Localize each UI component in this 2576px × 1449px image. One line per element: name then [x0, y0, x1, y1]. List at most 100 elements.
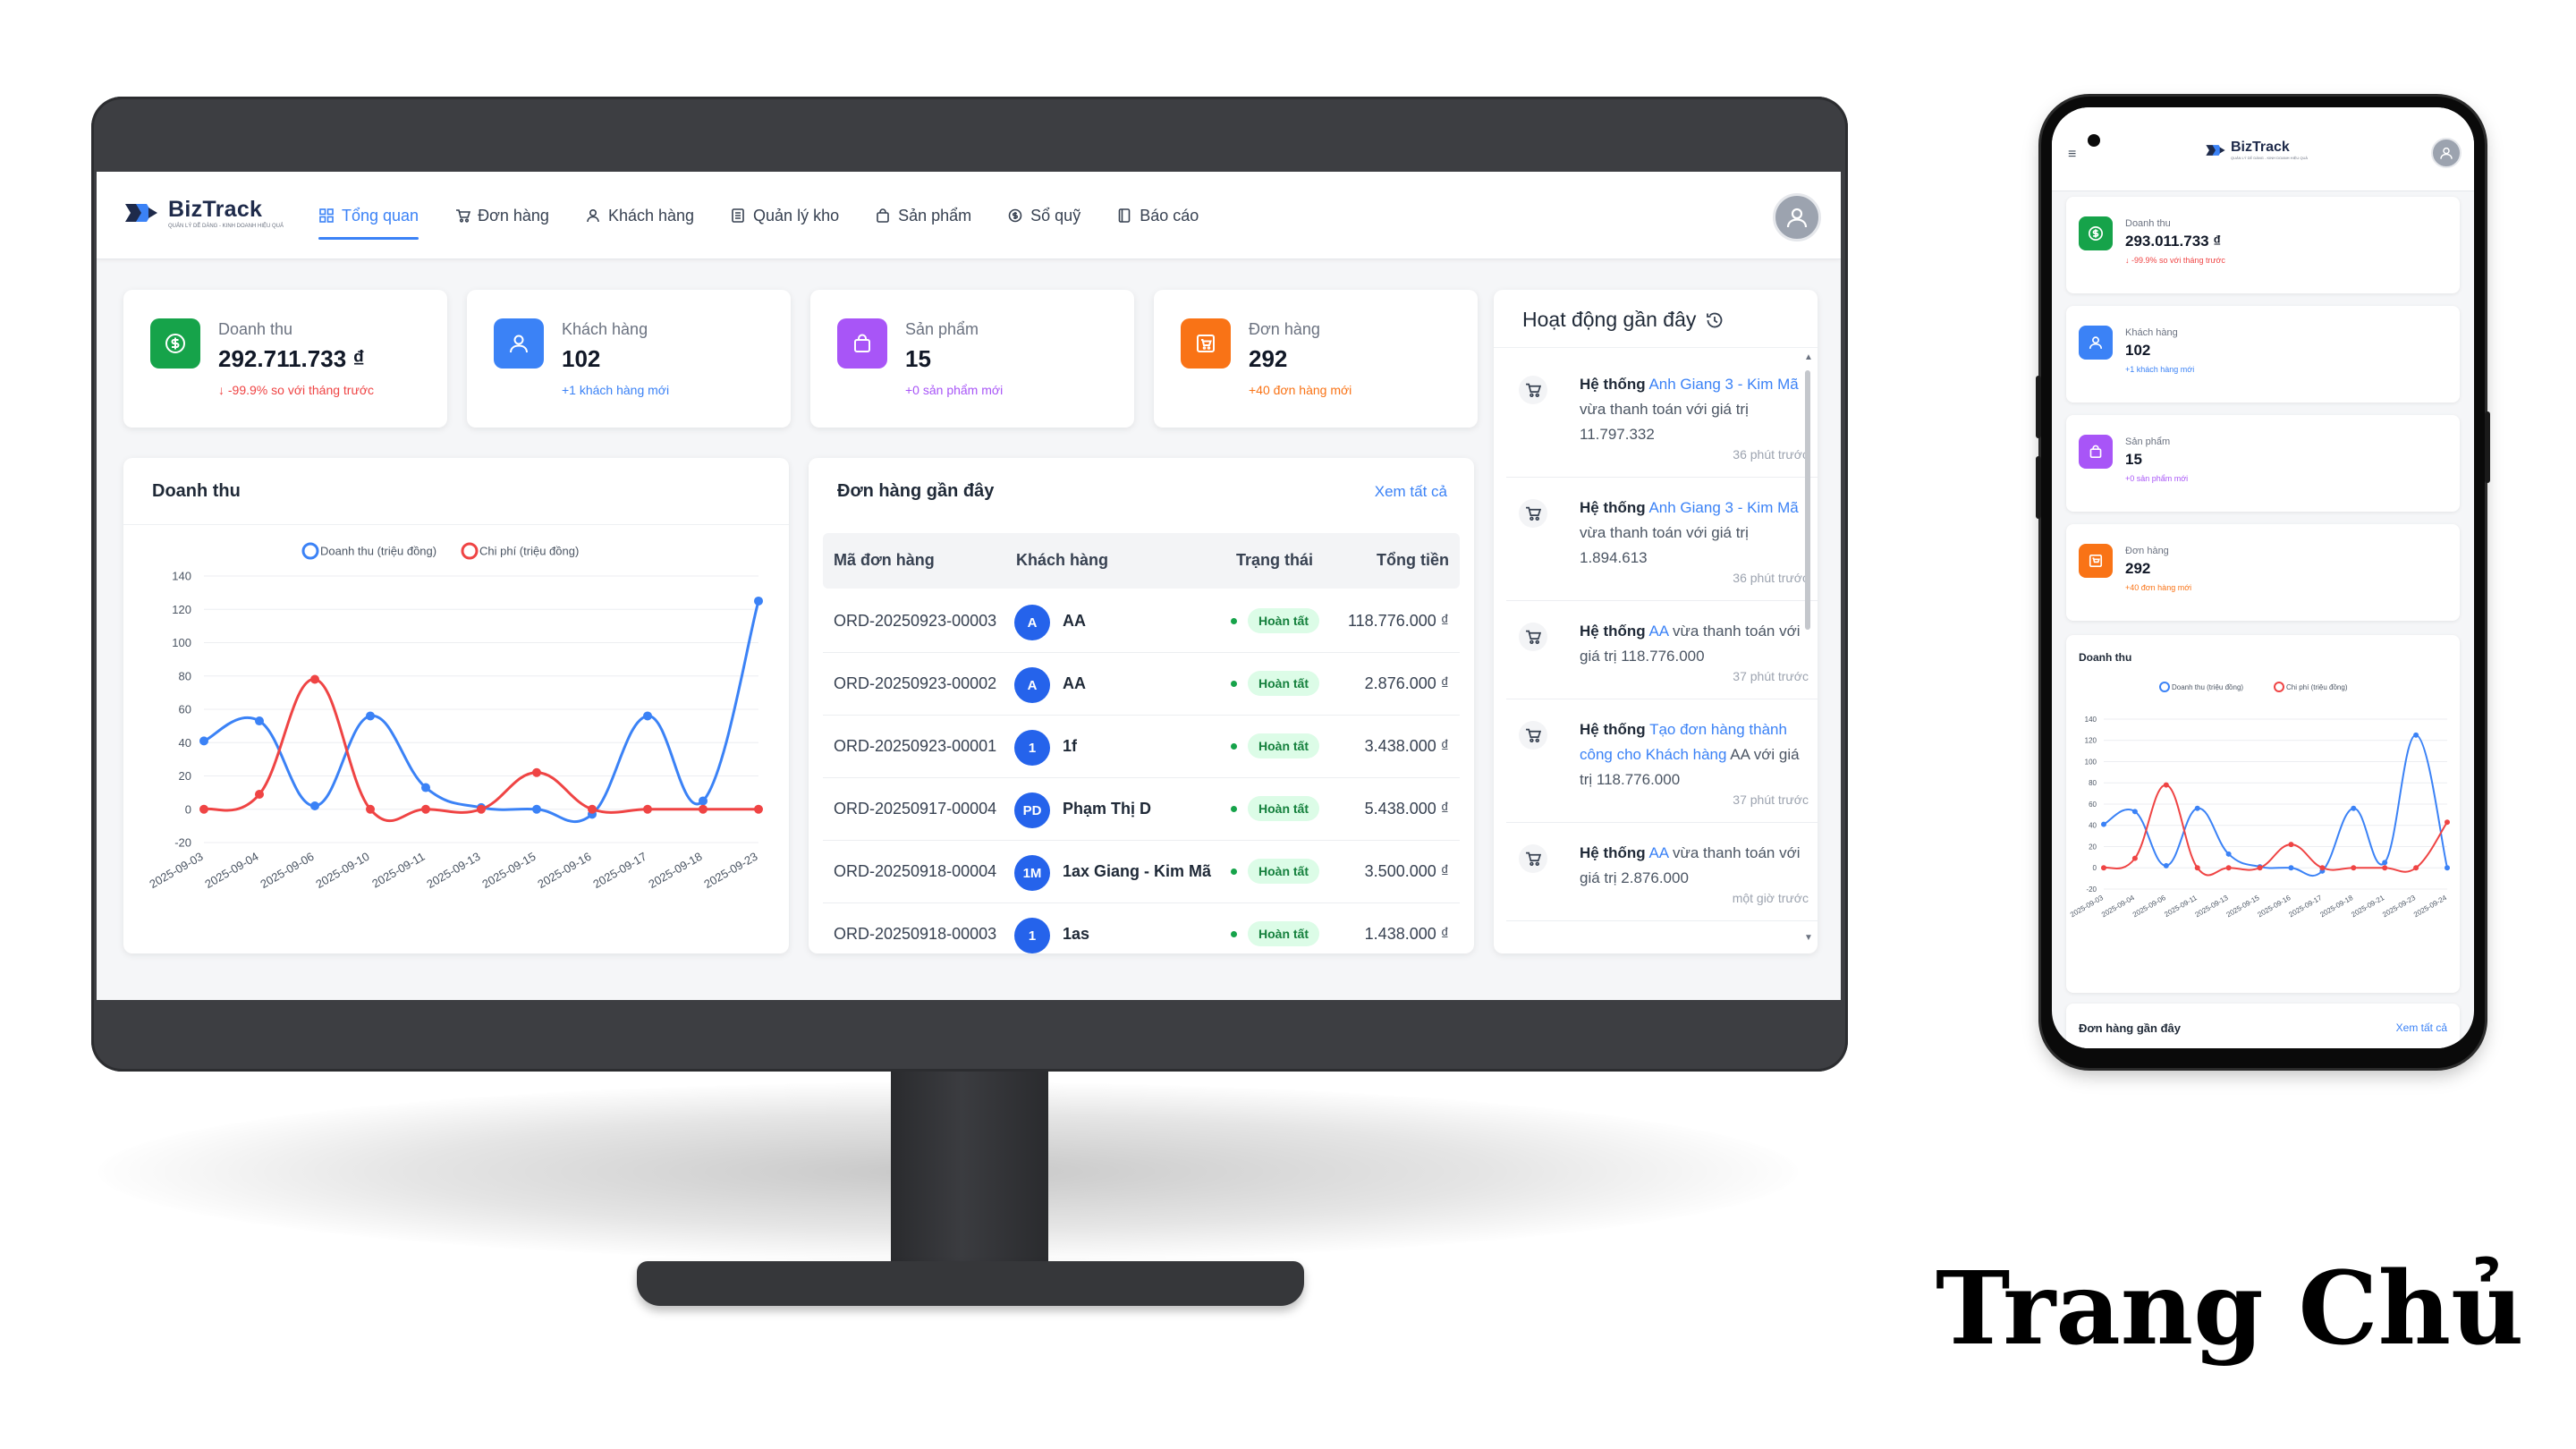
activity-scrollbar[interactable]: ▲ ▼ — [1803, 352, 1813, 943]
mobile-brand-logo[interactable]: BizTrack QUẢN LÝ DỄ DÀNG - KINH DOANH HI… — [2204, 140, 2308, 160]
mobile-stat-card-products[interactable]: Sản phẩm 15 +0 sản phẩm mới — [2066, 415, 2460, 512]
data-point — [2445, 819, 2450, 826]
activity-item[interactable]: Hệ thống Anh Giang 3 - Kim Mã vừa thanh … — [1506, 354, 1818, 478]
table-row[interactable]: ORD-20250917-00004 PD Phạm Thị D Hoàn tấ… — [823, 778, 1460, 841]
order-total: 5.438.000 ₫ — [1364, 800, 1449, 818]
x-tick-label: 2025-09-23 — [701, 850, 759, 891]
nav-quan-ly-kho[interactable]: Quản lý kho — [730, 172, 839, 259]
table-row[interactable]: ORD-20250923-00003 A AA Hoàn tất 118.776… — [823, 590, 1460, 653]
x-tick-label: 2025-09-17 — [590, 850, 648, 891]
avatar-person-icon — [1786, 208, 1808, 228]
coin-icon — [1007, 208, 1023, 224]
cart-icon — [1519, 844, 1547, 873]
bag-icon — [875, 208, 891, 224]
history-icon[interactable] — [1705, 310, 1724, 330]
activity-item[interactable]: Hệ thống Anh Giang 3 - Kim Mã vừa thanh … — [1506, 478, 1818, 601]
nav-don-hang[interactable]: Đơn hàng — [454, 172, 549, 259]
main-nav: Tổng quan Đơn hàng Khách hàng Quản lý kh… — [318, 172, 1234, 259]
x-tick-label: 2025-09-03 — [147, 850, 205, 891]
nav-label: Sản phẩm — [898, 206, 972, 225]
activity-header: Hoạt động gần đây — [1522, 308, 1724, 332]
scrollbar-thumb[interactable] — [1805, 370, 1810, 630]
phone-power-button — [2485, 411, 2490, 483]
order-total: 3.500.000 ₫ — [1364, 862, 1449, 880]
mobile-view-all-link[interactable]: Xem tất cả — [2396, 1021, 2447, 1034]
data-point — [2413, 732, 2419, 738]
activity-text: Hệ thống AA vừa thanh toán với giá trị 1… — [1580, 623, 1801, 665]
order-id: ORD-20250923-00002 — [834, 674, 997, 692]
x-tick-label: 2025-09-06 — [258, 850, 316, 891]
nav-label: Quản lý kho — [753, 206, 840, 225]
col-customer: Khách hàng — [1016, 551, 1109, 569]
nav-khach-hang[interactable]: Khách hàng — [585, 172, 694, 259]
activity-text: Hệ thống Anh Giang 3 - Kim Mã vừa thanh … — [1580, 376, 1799, 443]
dollar-icon — [150, 318, 200, 369]
top-navbar: BizTrack QUẢN LÝ DỄ DÀNG - KINH DOANH HI… — [97, 172, 1841, 259]
stat-value: 292 — [1249, 345, 1288, 372]
stat-value: 292.711.733 ₫ — [218, 345, 365, 372]
data-point — [532, 804, 541, 814]
mobile-stat-card-orders[interactable]: Đơn hàng 292 +40 đơn hàng mới — [2066, 524, 2460, 621]
data-point — [2194, 805, 2200, 811]
nav-san-pham[interactable]: Sản phẩm — [875, 172, 971, 259]
table-row[interactable]: ORD-20250918-00004 1M 1ax Giang - Kim Mã… — [823, 841, 1460, 903]
x-tick-label: 2025-09-06 — [2131, 894, 2167, 919]
stat-note: +40 đơn hàng mới — [1249, 383, 1352, 397]
scroll-down-arrow-icon[interactable]: ▼ — [1804, 933, 1813, 943]
order-id: ORD-20250923-00003 — [834, 612, 997, 630]
brand-name: BizTrack — [2231, 140, 2290, 155]
table-row[interactable]: ORD-20250923-00001 1 1f Hoàn tất 3.438.0… — [823, 716, 1460, 778]
brand-logo[interactable]: BizTrack QUẢN LÝ DỄ DÀNG - KINH DOANH HI… — [122, 197, 284, 229]
activity-time: một giờ trước — [1732, 891, 1809, 905]
col-order-id: Mã đơn hàng — [834, 551, 935, 569]
activity-text: Hệ thống Anh Giang 3 - Kim Mã vừa thanh … — [1580, 499, 1799, 566]
nav-so-quy[interactable]: Sổ quỹ — [1007, 172, 1080, 259]
mobile-stat-card-revenue[interactable]: Doanh thu 293.011.733 ₫ ↓ -99.9% so với … — [2066, 197, 2460, 293]
stat-card-products[interactable]: Sản phẩm 15 +0 sản phẩm mới — [810, 290, 1134, 428]
stat-label: Sản phẩm — [905, 320, 979, 338]
table-row[interactable]: ORD-20250918-00003 1 1as Hoàn tất 1.438.… — [823, 903, 1460, 953]
activity-item[interactable]: Hệ thống Tạo đơn hàng thành công cho Khá… — [1506, 699, 1818, 823]
hamburger-menu-icon[interactable]: ≡ — [2068, 147, 2076, 163]
stat-card-orders[interactable]: Đơn hàng 292 +40 đơn hàng mới — [1154, 290, 1478, 428]
monitor-stand-neck — [891, 1070, 1048, 1284]
cart-icon — [1519, 623, 1547, 651]
user-icon — [494, 318, 544, 369]
activity-time: 36 phút trước — [1733, 447, 1809, 462]
stat-value: 293.011.733 ₫ — [2125, 233, 2222, 250]
customer-avatar: A — [1014, 605, 1050, 640]
stat-note: +1 khách hàng mới — [562, 383, 670, 397]
col-status: Trạng thái — [1236, 551, 1314, 569]
mobile-revenue-line-chart: -200204060801001201402025-09-032025-09-0… — [2069, 682, 2450, 919]
y-tick-label: 100 — [2085, 758, 2097, 766]
view-all-orders-link[interactable]: Xem tất cả — [1375, 483, 1447, 501]
user-icon — [2079, 326, 2113, 360]
y-tick-label: -20 — [174, 836, 191, 850]
mobile-orders-title: Đơn hàng gần đây — [2079, 1021, 2181, 1035]
legend-marker — [461, 542, 479, 560]
col-total: Tổng tiền — [1377, 551, 1449, 569]
nav-bao-cao[interactable]: Báo cáo — [1116, 172, 1199, 259]
mobile-user-avatar[interactable] — [2431, 138, 2462, 168]
y-tick-label: 120 — [2085, 737, 2097, 745]
stat-card-customers[interactable]: Khách hàng 102 +1 khách hàng mới — [467, 290, 791, 428]
data-point — [754, 596, 763, 606]
y-tick-label: 80 — [179, 669, 191, 682]
data-point — [2163, 862, 2169, 869]
nav-tong-quan[interactable]: Tổng quan — [318, 172, 419, 259]
table-row[interactable]: ORD-20250923-00002 A AA Hoàn tất 2.876.0… — [823, 653, 1460, 716]
status-badge: Hoàn tất — [1231, 733, 1319, 758]
user-avatar[interactable] — [1773, 193, 1821, 242]
data-point — [2101, 821, 2106, 827]
x-tick-label: 2025-09-15 — [2225, 894, 2261, 919]
mobile-stat-card-customers[interactable]: Khách hàng 102 +1 khách hàng mới — [2066, 306, 2460, 402]
activity-item[interactable]: Hệ thống AA vừa thanh toán với giá trị 1… — [1506, 601, 1818, 699]
data-point — [699, 796, 708, 806]
scroll-up-arrow-icon[interactable]: ▲ — [1804, 352, 1813, 362]
mobile-chart-title: Doanh thu — [2079, 651, 2132, 664]
brand-tagline: QUẢN LÝ DỄ DÀNG - KINH DOANH HIỆU QUẢ — [168, 224, 284, 229]
activity-item[interactable]: Hệ thống AA vừa thanh toán với giá trị 2… — [1506, 823, 1818, 921]
nav-label: Tổng quan — [342, 206, 419, 225]
stat-card-revenue[interactable]: Doanh thu 292.711.733 ₫ ↓ -99.9% so với … — [123, 290, 447, 428]
data-point — [199, 804, 208, 814]
